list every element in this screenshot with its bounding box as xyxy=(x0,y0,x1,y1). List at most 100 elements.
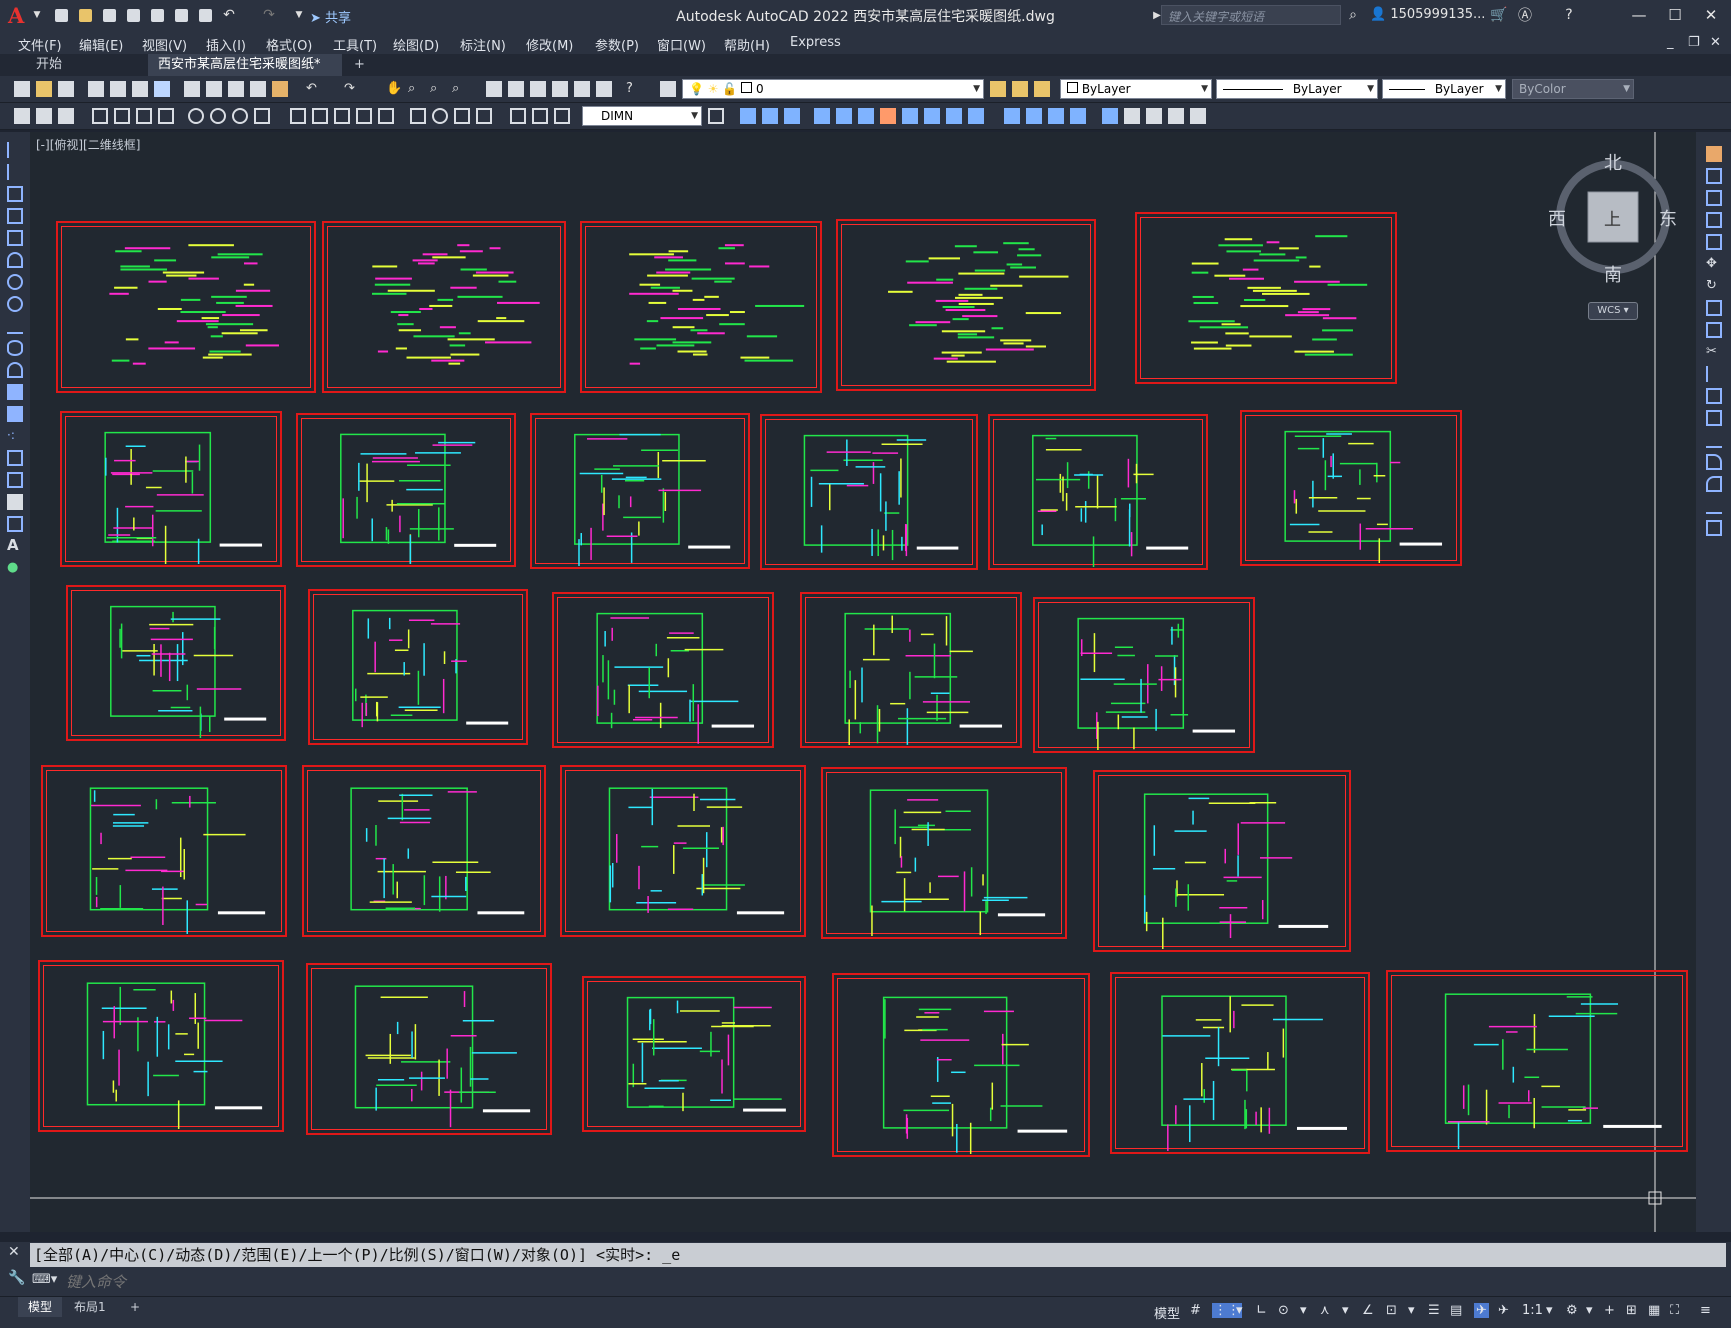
layer-combo[interactable]: 💡 ☀ 🔓 0 ▼ xyxy=(682,79,984,99)
tool-c-icon[interactable] xyxy=(58,108,74,124)
modify-2-icon[interactable] xyxy=(762,108,778,124)
modify-10-icon[interactable] xyxy=(946,108,962,124)
linetype-combo[interactable]: ByLayer ▼ xyxy=(1216,79,1378,99)
cut-icon[interactable] xyxy=(184,81,200,97)
pan-icon[interactable]: ✋ xyxy=(386,81,402,97)
menu-file[interactable]: 文件(F) xyxy=(18,35,62,54)
revision-cloud-icon[interactable] xyxy=(7,296,23,312)
match-properties-icon[interactable] xyxy=(250,81,266,97)
autodesk-app-icon[interactable]: Ⓐ xyxy=(1516,6,1534,24)
erase-icon[interactable] xyxy=(1706,146,1722,162)
drawing-sheet[interactable] xyxy=(1033,597,1255,753)
mirror-icon[interactable] xyxy=(1706,190,1722,206)
grid-icon[interactable]: # xyxy=(1190,1303,1201,1318)
zoom-window-icon[interactable]: ⌕ xyxy=(430,81,446,97)
drawing-sheet[interactable] xyxy=(560,765,806,937)
table-icon[interactable] xyxy=(7,516,23,532)
wcs-menu[interactable]: WCS ▾ xyxy=(1588,302,1638,320)
modify-13-icon[interactable] xyxy=(1026,108,1042,124)
modify-8-icon[interactable] xyxy=(902,108,918,124)
object-snap-dropdown-icon[interactable]: ▾ xyxy=(1408,1303,1415,1318)
polyline-icon[interactable] xyxy=(7,186,23,202)
object-snap-icon[interactable]: ⊡ xyxy=(1386,1303,1397,1318)
drawing-sheet[interactable] xyxy=(552,592,774,748)
modify-18-icon[interactable] xyxy=(1146,108,1162,124)
doc-minimize-icon[interactable]: _ xyxy=(1667,35,1674,50)
drawing-sheet[interactable] xyxy=(41,765,287,937)
spline-icon[interactable] xyxy=(7,318,23,334)
point-icon[interactable]: ·: xyxy=(7,428,23,444)
linetype-dropdown-icon[interactable]: ▼ xyxy=(1367,80,1374,98)
undo-icon[interactable]: ↶ xyxy=(220,6,238,24)
insert-block-icon[interactable] xyxy=(7,384,23,400)
save-icon[interactable] xyxy=(100,6,118,24)
tolerance-icon[interactable] xyxy=(410,108,426,124)
copy-object-icon[interactable] xyxy=(1706,168,1722,184)
doc-close-icon[interactable]: ✕ xyxy=(1710,35,1721,50)
stretch-icon[interactable] xyxy=(1706,322,1722,338)
plot-icon[interactable] xyxy=(196,6,214,24)
drawing-sheet[interactable] xyxy=(66,585,286,741)
compass-north[interactable]: 北 xyxy=(1604,149,1622,175)
model-space-toggle[interactable]: 模型 xyxy=(1154,1303,1180,1322)
lineweight-display-icon[interactable]: ☰ xyxy=(1428,1303,1440,1318)
units-icon[interactable]: ⊞ xyxy=(1626,1303,1637,1318)
menu-modify[interactable]: 修改(M) xyxy=(526,35,573,54)
aligned-dimension-icon[interactable] xyxy=(114,108,130,124)
chamfer-icon[interactable] xyxy=(1706,454,1722,470)
hatch-icon[interactable] xyxy=(7,450,23,466)
tool-palettes-icon[interactable] xyxy=(530,81,546,97)
layout-tab-model[interactable]: 模型 xyxy=(18,1297,63,1317)
viewcube-top-label[interactable]: 上 xyxy=(1604,205,1621,230)
paste-icon[interactable] xyxy=(228,81,244,97)
zoom-realtime-icon[interactable]: ⌕ xyxy=(408,81,424,97)
tab-drawing[interactable]: 西安市某高层住宅采暖图纸* ✕ xyxy=(148,54,342,94)
drawing-sheet[interactable] xyxy=(580,221,822,393)
quick-properties-icon[interactable]: ▦ xyxy=(1648,1303,1660,1318)
explode-icon[interactable] xyxy=(1706,520,1722,536)
angular-icon[interactable] xyxy=(254,108,270,124)
quick-dimension-icon[interactable] xyxy=(290,108,306,124)
drawing-sheet[interactable] xyxy=(836,219,1096,391)
dimtedit-icon[interactable] xyxy=(532,108,548,124)
drawing-sheet[interactable] xyxy=(60,411,282,567)
break-at-point-icon[interactable] xyxy=(1706,388,1722,404)
ellipse-icon[interactable] xyxy=(7,340,23,356)
plotstyle-combo[interactable]: ByColor ▼ xyxy=(1512,79,1634,99)
viewport-controls-label[interactable]: [-][俯视][二维线框] xyxy=(36,136,140,153)
center-mark-icon[interactable] xyxy=(432,108,448,124)
undo-toolbar-icon[interactable]: ↶ xyxy=(306,81,322,97)
add-layout-button[interactable]: + xyxy=(120,1297,150,1317)
annotation-visibility-icon[interactable]: ✈ xyxy=(1474,1303,1489,1318)
compass-south[interactable]: 南 xyxy=(1604,261,1622,287)
extend-icon[interactable] xyxy=(1706,366,1722,382)
layer-properties-icon[interactable] xyxy=(660,81,676,97)
redo-toolbar-icon[interactable]: ↷ xyxy=(344,81,360,97)
drawing-sheet[interactable] xyxy=(296,413,516,567)
drawing-sheet[interactable] xyxy=(1135,212,1397,384)
maximize-button[interactable]: ☐ xyxy=(1660,4,1690,26)
sheet-set-icon[interactable] xyxy=(552,81,568,97)
modify-7-icon[interactable] xyxy=(880,108,896,124)
customize-status-icon[interactable]: ≡ xyxy=(1700,1303,1711,1318)
dimstyle-combo[interactable]: DIMN ▼ xyxy=(582,106,702,126)
drawing-sheet[interactable] xyxy=(306,963,552,1135)
modify-1-icon[interactable] xyxy=(740,108,756,124)
help-icon[interactable]: ? xyxy=(1560,6,1578,24)
drawing-sheet[interactable] xyxy=(988,414,1208,570)
ordinate-icon[interactable] xyxy=(158,108,174,124)
drawing-sheet[interactable] xyxy=(1240,410,1462,566)
polygon-icon[interactable] xyxy=(7,208,23,224)
move-icon[interactable]: ✥ xyxy=(1706,256,1722,272)
drawing-sheet[interactable] xyxy=(582,976,806,1132)
annotation-scale[interactable]: 1:1 xyxy=(1522,1303,1543,1318)
quick-access-dropdown-icon[interactable]: ▼ xyxy=(290,6,308,24)
ellipse-arc-icon[interactable] xyxy=(7,362,23,378)
open-file-icon[interactable] xyxy=(76,6,94,24)
menu-dimension[interactable]: 标注(N) xyxy=(460,35,506,54)
doc-restore-icon[interactable]: ❐ xyxy=(1688,35,1700,50)
color-dropdown-icon[interactable]: ▼ xyxy=(1201,80,1208,98)
menu-edit[interactable]: 编辑(E) xyxy=(79,35,123,54)
autocad-logo-icon[interactable]: A xyxy=(8,3,24,28)
3d-print-icon[interactable] xyxy=(154,81,170,97)
